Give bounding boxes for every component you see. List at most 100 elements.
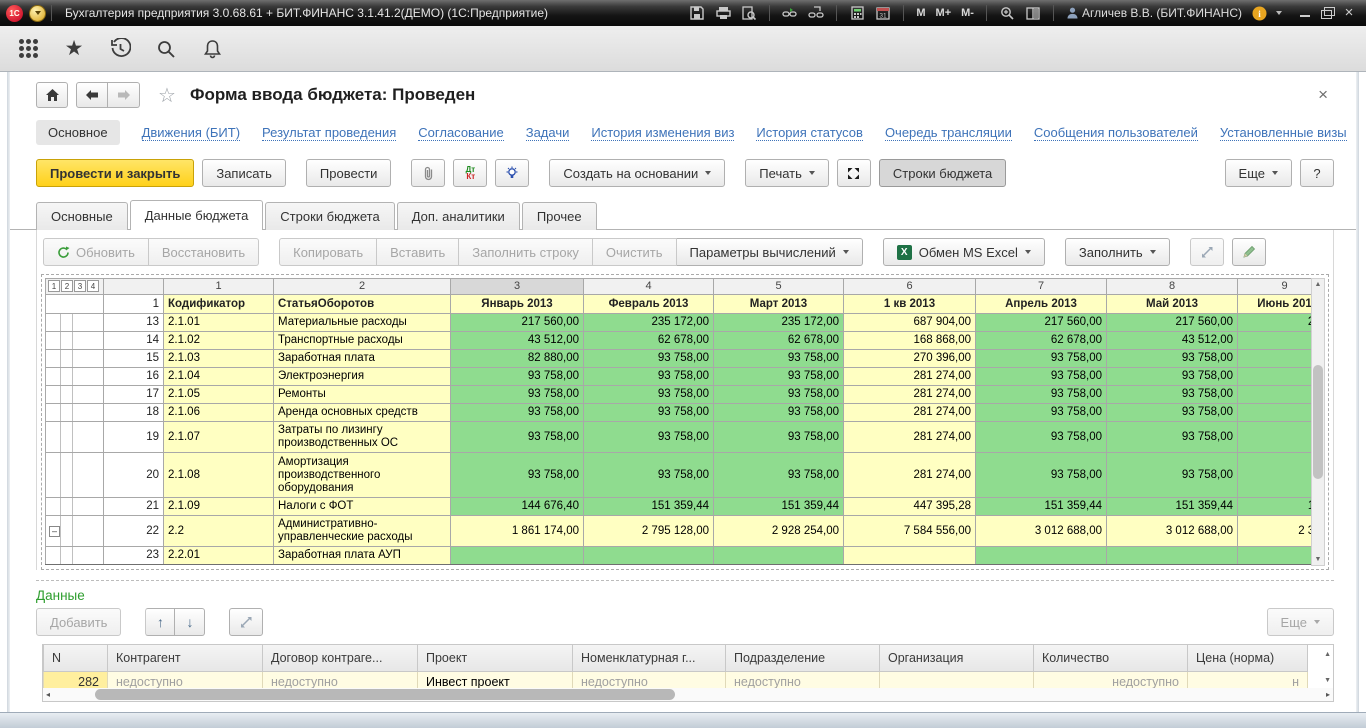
forward-button[interactable] <box>108 82 140 108</box>
data-column-header-3[interactable]: Проект <box>418 645 573 671</box>
grid-cell-value[interactable]: 93 758,00 <box>976 350 1107 368</box>
nav-link-9[interactable]: Установленные визы <box>1220 125 1347 141</box>
nav-link-3[interactable]: Согласование <box>418 125 503 141</box>
grid-cell-value[interactable]: 2 795 128,00 <box>584 516 714 547</box>
grid-cell-value[interactable]: 93 758,00 <box>976 386 1107 404</box>
data-scroll-down-icon[interactable]: ▼ <box>1324 677 1331 684</box>
grid-cell-value[interactable]: 93 758,00 <box>1107 350 1238 368</box>
grid-header-month-2[interactable]: Март 2013 <box>714 295 844 314</box>
tab-0[interactable]: Основные <box>36 202 128 230</box>
data-scroll-up-icon[interactable]: ▲ <box>1324 651 1331 658</box>
grid-column-number-4[interactable]: 4 <box>584 279 714 295</box>
group-level-button-4[interactable]: 4 <box>87 280 99 292</box>
grid-cell-item[interactable]: Материальные расходы <box>274 314 451 332</box>
memory-m-button[interactable]: M <box>913 7 928 19</box>
fill-row-button[interactable]: Заполнить строку <box>459 238 593 266</box>
group-level-button-1[interactable]: 1 <box>48 280 60 292</box>
grid-cell-value[interactable]: 93 758,00 <box>714 368 844 386</box>
grid-cell-value[interactable]: 93 <box>1238 368 1312 386</box>
grid-cell-value[interactable]: 93 758,00 <box>1107 404 1238 422</box>
refresh-button[interactable]: Обновить <box>43 238 149 266</box>
grid-cell-value[interactable] <box>1238 547 1312 565</box>
data-column-header-6[interactable]: Организация <box>880 645 1034 671</box>
grid-cell-value[interactable]: 144 676,40 <box>451 498 584 516</box>
zoom-icon[interactable] <box>996 4 1018 22</box>
grid-cell-code[interactable]: 2.1.06 <box>164 404 274 422</box>
calendar-icon[interactable]: 31 <box>872 4 894 22</box>
grid-row-number[interactable]: 13 <box>104 314 164 332</box>
minimize-button[interactable] <box>1298 7 1312 19</box>
favorite-toggle-star-icon[interactable]: ☆ <box>158 83 176 108</box>
grid-cell-value[interactable] <box>451 547 584 565</box>
grid-cell-value[interactable]: 93 758,00 <box>584 386 714 404</box>
grid-cell-value[interactable]: 43 <box>1238 332 1312 350</box>
data-cell-1[interactable]: недоступно <box>108 671 263 688</box>
grid-cell-code[interactable]: 2.1.03 <box>164 350 274 368</box>
grid-cell-code[interactable]: 2.1.02 <box>164 332 274 350</box>
grid-cell-value[interactable]: 93 <box>1238 386 1312 404</box>
grid-cell-value[interactable]: 93 758,00 <box>714 422 844 453</box>
print-menu-button[interactable]: Печать <box>745 159 829 187</box>
grid-cell-value[interactable]: 62 678,00 <box>714 332 844 350</box>
scroll-right-icon[interactable]: ▸ <box>1326 689 1330 700</box>
budget-rows-button[interactable]: Строки бюджета <box>879 159 1006 187</box>
grid-cell-value[interactable]: 93 758,00 <box>976 404 1107 422</box>
attachments-paperclip-button[interactable] <box>411 159 445 187</box>
grid-cell-value[interactable] <box>584 547 714 565</box>
favorites-star-icon[interactable]: ★ <box>62 37 86 61</box>
grid-cell-value[interactable]: 93 758,00 <box>714 350 844 368</box>
grid-cell-value[interactable]: 281 274,00 <box>844 453 976 498</box>
grid-cell-value[interactable] <box>844 547 976 565</box>
grid-cell-value[interactable]: 217 560,00 <box>1107 314 1238 332</box>
grid-column-number-7[interactable]: 7 <box>976 279 1107 295</box>
grid-cell-value[interactable]: 281 274,00 <box>844 386 976 404</box>
grid-cell-value[interactable]: 93 758,00 <box>451 453 584 498</box>
grid-cell-value[interactable]: 2 928 254,00 <box>714 516 844 547</box>
tab-2[interactable]: Строки бюджета <box>265 202 394 230</box>
autofit-data-columns-button[interactable] <box>229 608 263 636</box>
grid-row-number[interactable]: 1 <box>104 295 164 314</box>
grid-cell-value[interactable]: 281 274,00 <box>844 422 976 453</box>
grid-header-month-3[interactable]: 1 кв 2013 <box>844 295 976 314</box>
go-link-icon[interactable] <box>805 4 827 22</box>
grid-column-number-9[interactable]: 9 <box>1238 279 1312 295</box>
data-column-header-0[interactable]: N <box>44 645 108 671</box>
grid-cell-value[interactable]: 82 <box>1238 350 1312 368</box>
grid-cell-item[interactable]: Затраты по лизингу производственных ОС <box>274 422 451 453</box>
data-column-header-2[interactable]: Договор контраге... <box>263 645 418 671</box>
grid-cell-value[interactable]: 93 <box>1238 422 1312 453</box>
print-preview-icon[interactable] <box>738 4 760 22</box>
scroll-left-icon[interactable]: ◂ <box>46 689 50 700</box>
grid-cell-value[interactable]: 144 <box>1238 498 1312 516</box>
data-cell-3[interactable]: Инвест проект <box>418 671 573 688</box>
scroll-down-icon[interactable]: ▼ <box>1312 556 1324 563</box>
grid-row-number[interactable]: 18 <box>104 404 164 422</box>
grid-header-month-1[interactable]: Февраль 2013 <box>584 295 714 314</box>
grid-cell-value[interactable] <box>1107 547 1238 565</box>
grid-cell-value[interactable]: 93 758,00 <box>1107 422 1238 453</box>
nav-link-1[interactable]: Движения (БИТ) <box>142 125 240 141</box>
grid-cell-value[interactable]: 93 758,00 <box>714 386 844 404</box>
grid-header-item[interactable]: СтатьяОборотов <box>274 295 451 314</box>
grid-cell-item[interactable]: Аренда основных средств <box>274 404 451 422</box>
grid-header-month-4[interactable]: Апрель 2013 <box>976 295 1107 314</box>
grid-cell-value[interactable]: 93 758,00 <box>584 368 714 386</box>
grid-cell-value[interactable]: 270 396,00 <box>844 350 976 368</box>
grid-cell-value[interactable] <box>714 547 844 565</box>
nav-link-0[interactable]: Основное <box>36 120 120 145</box>
grid-column-number-5[interactable]: 5 <box>714 279 844 295</box>
grid-cell-value[interactable]: 82 880,00 <box>451 350 584 368</box>
grid-row-number[interactable]: 23 <box>104 547 164 565</box>
grid-cell-value[interactable]: 447 395,28 <box>844 498 976 516</box>
grid-row-number[interactable]: 14 <box>104 332 164 350</box>
grid-cell-value[interactable]: 93 758,00 <box>451 386 584 404</box>
explain-lamp-button[interactable] <box>495 159 529 187</box>
more-button[interactable]: Еще <box>1225 159 1292 187</box>
print-icon[interactable] <box>712 4 734 22</box>
tab-4[interactable]: Прочее <box>522 202 597 230</box>
grid-cell-item[interactable]: Электроэнергия <box>274 368 451 386</box>
grid-cell-value[interactable]: 93 758,00 <box>584 453 714 498</box>
data-column-header-7[interactable]: Количество <box>1034 645 1188 671</box>
grid-cell-value[interactable]: 93 758,00 <box>584 404 714 422</box>
group-level-button-2[interactable]: 2 <box>61 280 73 292</box>
